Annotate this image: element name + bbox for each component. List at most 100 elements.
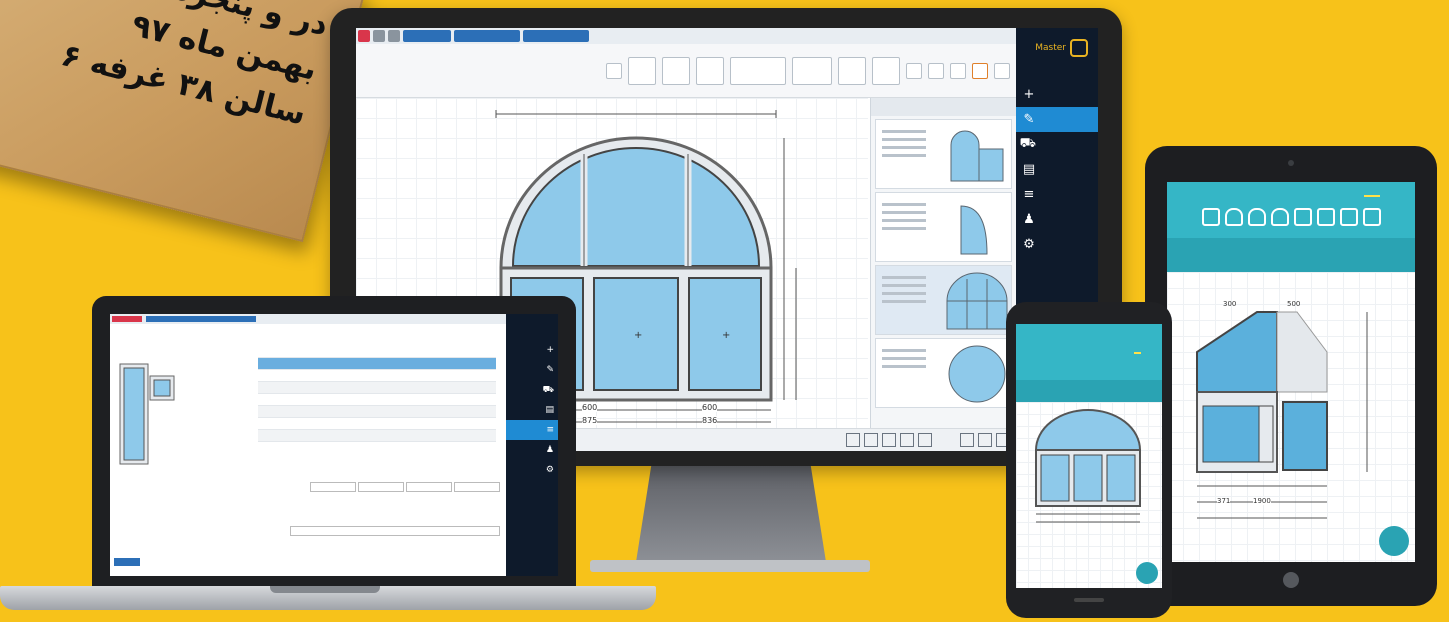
table-row[interactable] <box>258 406 496 418</box>
template-card[interactable] <box>875 192 1012 262</box>
view-button[interactable] <box>846 433 860 447</box>
sidebar-item-list[interactable]: ≡ <box>506 420 558 440</box>
plus-icon: + <box>1023 87 1035 102</box>
sidebar-item-design[interactable]: ✎ <box>1016 107 1098 132</box>
shape-option[interactable] <box>1316 208 1335 226</box>
highlight-tool-button[interactable] <box>972 62 988 79</box>
tab-button[interactable] <box>146 316 256 322</box>
app-logo: Master <box>1016 28 1098 68</box>
align-button[interactable] <box>994 62 1010 79</box>
view-button[interactable] <box>864 433 878 447</box>
tab-button[interactable] <box>358 482 404 492</box>
tablet-canvas[interactable]: 300 500 371 1900 <box>1167 272 1415 562</box>
tab-button[interactable] <box>454 482 500 492</box>
sash-tool-button[interactable] <box>696 56 724 85</box>
document-tab[interactable] <box>523 30 589 42</box>
mullion-tool-button[interactable] <box>792 56 832 85</box>
shape-option[interactable] <box>1224 208 1243 226</box>
view-button[interactable] <box>882 433 896 447</box>
phone-screen <box>1016 324 1162 588</box>
document-tab[interactable] <box>454 30 520 42</box>
dimension-label: 500 <box>1287 300 1301 308</box>
table-row[interactable] <box>258 346 496 358</box>
sidebar-item-new[interactable]: + <box>1016 82 1098 107</box>
tab-button[interactable] <box>406 482 452 492</box>
template-card[interactable] <box>875 119 1012 189</box>
shape-option[interactable] <box>1270 208 1289 226</box>
template-card[interactable] <box>875 265 1012 335</box>
document-icon: ▤ <box>1022 162 1036 177</box>
view-button[interactable] <box>918 433 932 447</box>
tab-1[interactable] <box>1037 340 1045 354</box>
grid-tool-button[interactable] <box>628 56 656 85</box>
align-button[interactable] <box>950 62 966 79</box>
table-row[interactable] <box>258 382 496 394</box>
action-fab[interactable] <box>1379 526 1409 556</box>
sidebar-item-account[interactable]: ♟ <box>506 440 558 460</box>
dimension-label: 600 <box>582 403 598 412</box>
phone <box>1006 302 1172 618</box>
sidebar-item-account[interactable]: ♟ <box>1016 207 1098 232</box>
profile-tool-button[interactable] <box>730 56 786 85</box>
table-row[interactable] <box>258 358 496 370</box>
document-icon: ▤ <box>545 405 554 415</box>
align-button[interactable] <box>906 62 922 79</box>
shape-option[interactable] <box>1339 208 1358 226</box>
document-tab[interactable] <box>403 30 451 42</box>
cart-icon: ⛟ <box>1019 136 1036 151</box>
phone-subbar <box>1016 380 1162 402</box>
home-button[interactable] <box>1283 572 1299 588</box>
dimension-label: 1900 <box>1253 497 1271 505</box>
cart-icon: ⛟ <box>542 384 554 395</box>
template-card[interactable] <box>875 338 1012 408</box>
shape-option[interactable] <box>1362 208 1381 226</box>
tab-button[interactable] <box>373 30 385 42</box>
shape-option[interactable] <box>1201 208 1220 226</box>
close-tab-button[interactable] <box>358 30 370 42</box>
sidebar-item-design[interactable]: ✎ <box>506 360 558 380</box>
desktop-tab-bar <box>356 28 1016 44</box>
undo-button[interactable] <box>606 62 622 79</box>
tab-button[interactable] <box>112 316 142 322</box>
sidebar-item-settings[interactable]: ⚙ <box>1016 232 1098 257</box>
tab-1[interactable] <box>1202 187 1212 196</box>
phone-canvas[interactable] <box>1016 402 1162 588</box>
align-button[interactable] <box>928 62 944 79</box>
svg-text:+: + <box>722 330 730 341</box>
shape-option[interactable] <box>1293 208 1312 226</box>
frame-tool-button[interactable] <box>662 56 690 85</box>
tab-2[interactable] <box>1085 340 1093 354</box>
tab-button[interactable] <box>388 30 400 42</box>
table-row[interactable] <box>258 394 496 406</box>
camera <box>1288 160 1294 166</box>
pencil-icon: ✎ <box>1023 112 1035 127</box>
sidebar-item-settings[interactable]: ⚙ <box>506 460 558 480</box>
sidebar-item-cart[interactable]: ⛟ <box>1016 132 1098 157</box>
sidebar-item-new[interactable]: + <box>506 340 558 360</box>
glass-tool-button[interactable] <box>838 56 866 85</box>
speaker <box>1074 598 1104 602</box>
view-button[interactable] <box>900 433 914 447</box>
view-button[interactable] <box>978 433 992 447</box>
door-tool-button[interactable] <box>872 56 900 85</box>
save-button[interactable] <box>114 558 140 566</box>
tablet-tabs <box>1167 182 1415 200</box>
monitor-stand <box>636 466 826 562</box>
tab-2[interactable] <box>1283 187 1293 196</box>
tab-3[interactable] <box>1133 340 1142 354</box>
table-row[interactable] <box>258 370 496 382</box>
action-fab[interactable] <box>1136 562 1158 584</box>
plus-icon: + <box>546 345 554 355</box>
sidebar-item-invoice[interactable]: ▤ <box>1016 157 1098 182</box>
tab-3[interactable] <box>1364 186 1380 197</box>
tab-button[interactable] <box>310 482 356 492</box>
shape-option[interactable] <box>1247 208 1266 226</box>
sidebar-item-cart[interactable]: ⛟ <box>506 380 558 400</box>
table-row[interactable] <box>258 430 496 442</box>
user-icon: ♟ <box>1023 212 1035 227</box>
table-row[interactable] <box>258 418 496 430</box>
template-panel <box>870 98 1016 428</box>
view-button[interactable] <box>960 433 974 447</box>
sidebar-item-invoice[interactable]: ▤ <box>506 400 558 420</box>
sidebar-item-list[interactable]: ≡ <box>1016 182 1098 207</box>
